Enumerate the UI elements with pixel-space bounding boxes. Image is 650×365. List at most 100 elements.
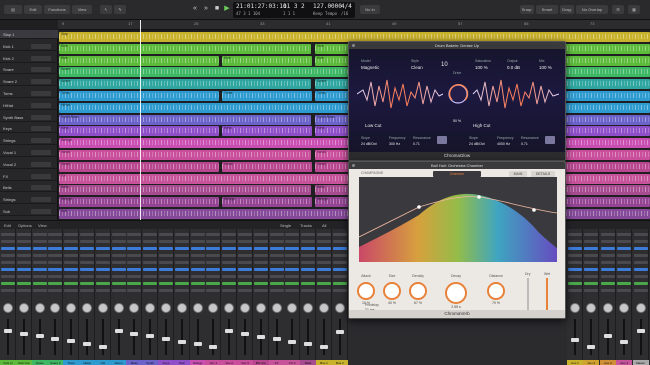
plugin-slot[interactable] — [584, 247, 599, 250]
channel-name[interactable]: Kick Out — [15, 360, 32, 365]
plugin-slot[interactable] — [568, 254, 582, 257]
plugin-slot[interactable] — [633, 275, 648, 278]
dry-slider[interactable] — [527, 278, 529, 312]
plugin-slot[interactable] — [48, 261, 63, 264]
wet-slider[interactable] — [546, 278, 548, 312]
plugin-slot[interactable] — [16, 275, 31, 278]
track-header[interactable]: Bells — [0, 183, 58, 193]
region[interactable]: Vocal — [222, 161, 312, 172]
plugin-slot[interactable] — [64, 275, 79, 278]
volume-fader[interactable] — [130, 331, 139, 336]
plugin-slot[interactable] — [584, 233, 599, 236]
channel-name[interactable]: Vox 3 — [237, 360, 253, 365]
volume-fader[interactable] — [83, 342, 91, 346]
pan-knob[interactable] — [319, 303, 329, 313]
plugin-slot[interactable] — [95, 247, 110, 250]
region[interactable]: Kick — [59, 43, 311, 54]
plugin-slot[interactable] — [285, 289, 300, 292]
track-mute-solo-icon[interactable] — [31, 102, 51, 108]
track-mute-solo-icon[interactable] — [31, 197, 51, 203]
plugin-slot[interactable] — [600, 233, 615, 236]
plugin-slot[interactable] — [64, 254, 79, 257]
channel-name[interactable]: Aux 1 — [567, 360, 583, 365]
volume-fader[interactable] — [603, 333, 612, 338]
plugin-slot[interactable] — [253, 233, 268, 236]
plugin-slot[interactable] — [64, 289, 79, 292]
lc-slope-button[interactable] — [437, 136, 447, 144]
plugin-slot[interactable] — [127, 275, 142, 278]
plugin-slot[interactable] — [16, 247, 31, 250]
volume-fader[interactable] — [67, 339, 76, 344]
channel-name[interactable]: Bus 2 — [331, 360, 348, 365]
pan-knob[interactable] — [129, 303, 140, 313]
plugin-slot[interactable] — [253, 254, 268, 257]
plugin-slot[interactable] — [95, 268, 110, 271]
plugin-slot[interactable] — [159, 240, 173, 243]
track-mute-solo-icon[interactable] — [31, 67, 51, 73]
plugin-slot[interactable] — [301, 261, 316, 264]
plugin-slot[interactable] — [95, 289, 110, 292]
plugin-slot[interactable] — [222, 240, 237, 243]
channel-name[interactable]: Snare — [31, 360, 48, 365]
plugin-slot[interactable] — [174, 282, 189, 285]
pan-knob[interactable] — [570, 303, 580, 313]
channel-name[interactable]: Room — [110, 360, 127, 365]
track-header[interactable]: Snare 2 — [0, 77, 58, 87]
play-icon[interactable]: ▶ — [222, 4, 232, 14]
plugin-slot[interactable] — [190, 261, 205, 264]
plugin-slot[interactable] — [127, 289, 142, 292]
plugin-slot[interactable] — [1, 282, 15, 285]
pan-knob[interactable] — [3, 303, 13, 313]
plugin-slot[interactable] — [222, 289, 237, 292]
plugin-slot[interactable] — [127, 268, 142, 271]
plugin-slot[interactable] — [190, 282, 205, 285]
mixer-edit-menu[interactable]: Edit — [4, 223, 11, 228]
plugin-slot[interactable] — [332, 233, 347, 236]
plugin-slot[interactable] — [285, 282, 300, 285]
plugin-slot[interactable] — [332, 240, 347, 243]
plugin-slot[interactable] — [95, 254, 110, 257]
snap-select[interactable]: Smart — [536, 5, 558, 14]
close-icon[interactable] — [352, 44, 355, 47]
volume-fader[interactable] — [209, 344, 218, 349]
lc-slope-value[interactable]: 24 dB/Oct — [361, 142, 377, 146]
plugin-slot[interactable] — [332, 268, 347, 271]
track-mute-solo-icon[interactable] — [31, 126, 51, 132]
distance-knob[interactable] — [487, 282, 505, 300]
plugin-slot[interactable] — [32, 275, 47, 278]
track-header[interactable]: FX — [0, 172, 58, 181]
plugin-slot[interactable] — [48, 240, 63, 243]
plugin-slot[interactable] — [16, 240, 31, 243]
plugin-slot[interactable] — [600, 240, 615, 243]
plugin-slot[interactable] — [633, 233, 648, 236]
plugin-slot[interactable] — [174, 240, 189, 243]
plugin-slot[interactable] — [111, 275, 126, 278]
plugin-slot[interactable] — [206, 268, 221, 271]
plugin-slot[interactable] — [80, 247, 94, 250]
pan-knob[interactable] — [97, 303, 108, 313]
region[interactable]: Keys — [222, 126, 312, 137]
plugin-slot[interactable] — [127, 261, 142, 264]
track-header[interactable]: Sub — [0, 207, 58, 216]
plugin-slot[interactable] — [1, 261, 15, 264]
plugin-slot[interactable] — [143, 261, 158, 264]
track-mute-solo-icon[interactable] — [31, 138, 51, 144]
reverb-graph[interactable] — [358, 177, 558, 262]
plugin-slot[interactable] — [64, 261, 79, 264]
ruler[interactable]: 9 17 25 33 41 49 57 65 73 — [58, 20, 650, 30]
channel-name[interactable]: Synth — [142, 360, 159, 365]
attack-knob[interactable] — [357, 282, 375, 300]
pan-knob[interactable] — [619, 303, 630, 313]
region[interactable]: Vocal — [59, 150, 311, 160]
plugin-slot[interactable] — [80, 268, 94, 271]
channel-name[interactable]: Kick In — [0, 360, 16, 365]
plugin-slot[interactable] — [222, 261, 237, 264]
plugin-slot[interactable] — [301, 233, 316, 236]
plugin-slot[interactable] — [332, 289, 347, 292]
mixer-options-menu[interactable]: Options — [18, 223, 32, 228]
plugin-slot[interactable] — [111, 233, 126, 236]
plugin-slot[interactable] — [127, 247, 142, 250]
plugin-slot[interactable] — [64, 240, 79, 243]
pan-knob[interactable] — [145, 303, 156, 313]
hc-res-value[interactable]: 0.71 — [521, 142, 528, 146]
